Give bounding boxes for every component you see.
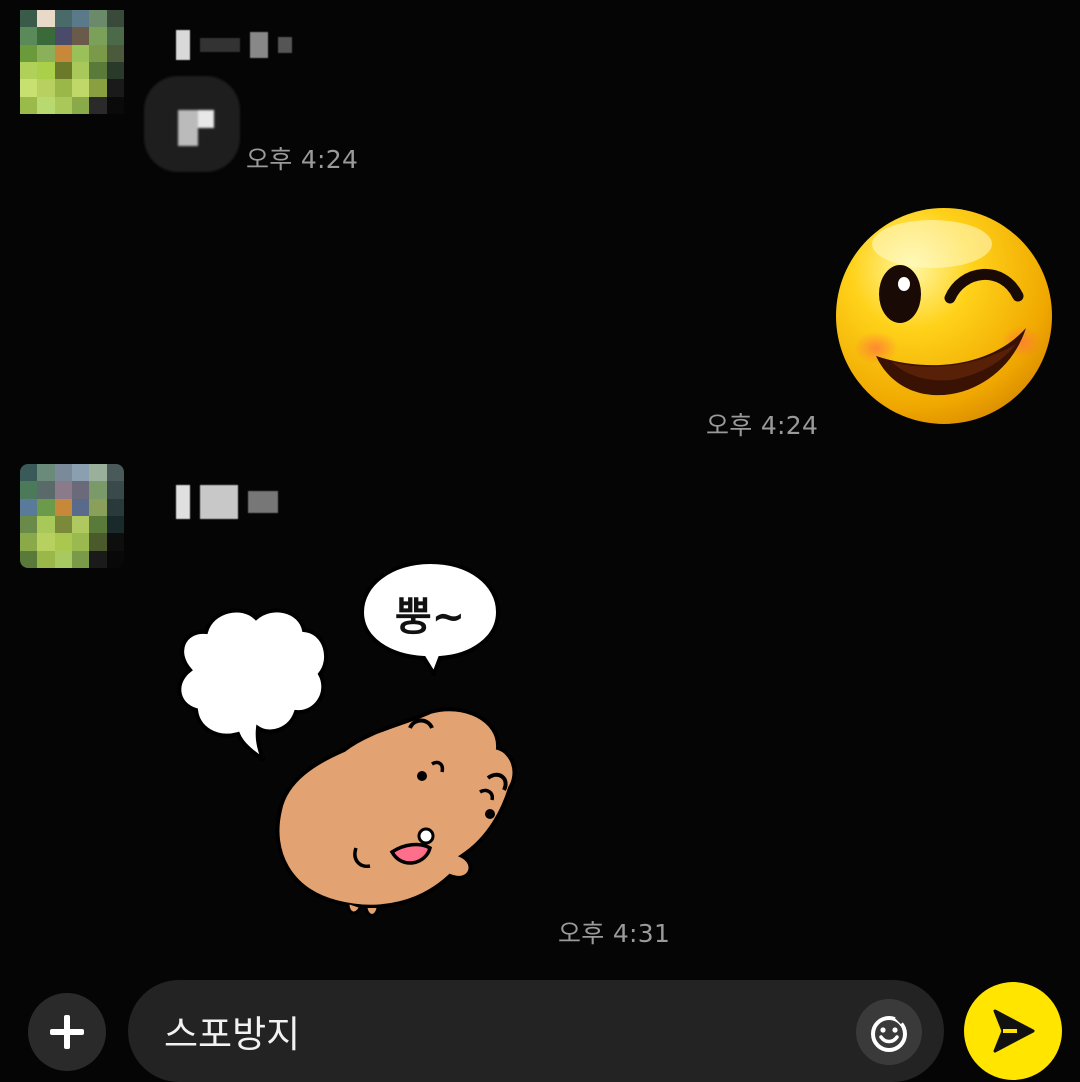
hamster-sticker[interactable]: 뿡~ xyxy=(160,552,530,932)
message-timestamp: 오후 4:24 xyxy=(246,145,359,174)
smiley-icon xyxy=(871,1013,907,1052)
speech-bubble: 뿡~ xyxy=(360,558,500,676)
wink-face-icon xyxy=(836,208,1052,424)
message-input-text[interactable]: 스포방지 xyxy=(164,1004,300,1058)
plus-icon xyxy=(50,1015,84,1049)
message-timestamp: 오후 4:24 xyxy=(706,411,819,440)
avatar[interactable] xyxy=(20,10,124,114)
send-button[interactable] xyxy=(964,982,1062,1080)
sender-name xyxy=(176,482,278,522)
wink-emoji-sticker[interactable] xyxy=(832,204,1056,428)
attach-button[interactable] xyxy=(28,993,106,1071)
emoji-button[interactable] xyxy=(856,999,922,1065)
sender-name xyxy=(176,28,292,62)
sticker-text: 뿡~ xyxy=(394,594,466,640)
avatar[interactable] xyxy=(20,464,124,568)
message-timestamp: 오후 4:31 xyxy=(558,919,671,948)
send-arrow-icon xyxy=(993,1009,1035,1053)
message-bubble-blurred[interactable] xyxy=(144,76,240,172)
